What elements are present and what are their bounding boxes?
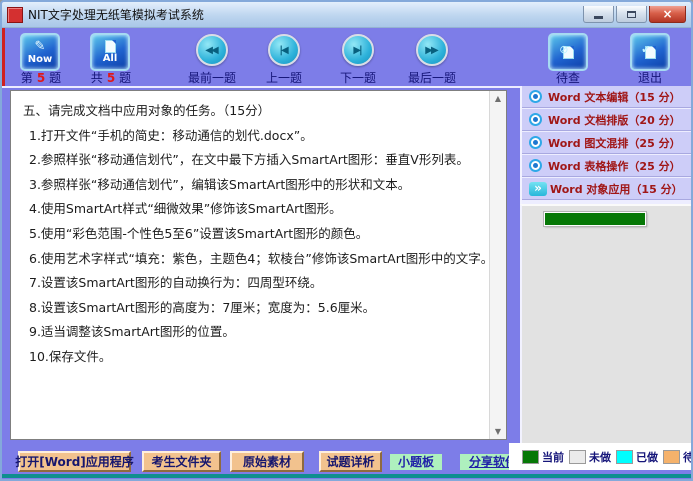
first-question-label: 最前一题 — [180, 69, 244, 83]
question-analysis-button[interactable]: 试题详析 — [319, 451, 382, 472]
legend-label: 当前 — [542, 449, 564, 465]
maximize-icon — [627, 11, 636, 18]
open-word-button[interactable]: 打开[Word]应用程序 — [18, 451, 131, 472]
maximize-button[interactable] — [616, 6, 647, 23]
progress-bar — [544, 212, 646, 226]
current-section-icon: » — [529, 182, 547, 196]
scroll-down-icon[interactable]: ▼ — [490, 427, 506, 436]
exit-label: 退出 — [620, 69, 680, 83]
close-icon: × — [662, 8, 672, 20]
question-step: 9.适当调整该SmartArt图形的位置。 — [23, 320, 488, 345]
sidebar-item-text-edit[interactable]: Word 文本编辑（15 分） — [522, 86, 692, 108]
app-window: NIT文字处理无纸笔模拟考试系统 × ✎ Now 第5题 All 共5题 ◀◀ … — [0, 0, 693, 481]
last-question-label: 最后一题 — [400, 69, 464, 83]
previous-question-button[interactable]: |◀ — [268, 34, 300, 66]
radio-icon — [529, 90, 542, 103]
question-step: 5.使用“彩色范围-个性色5至6”设置该SmartArt图形的颜色。 — [23, 222, 488, 247]
next-question-label: 下一题 — [328, 69, 388, 83]
sidebar-item-layout[interactable]: Word 文档排版（20 分） — [522, 109, 692, 131]
window-controls: × — [583, 6, 686, 23]
review-color-swatch — [663, 450, 680, 464]
all-button-text: All — [103, 53, 118, 64]
source-material-button[interactable]: 原始素材 — [230, 451, 304, 472]
sidebar-item-tables[interactable]: Word 表格操作（25 分） — [522, 155, 692, 177]
legend-review: 待查 — [663, 449, 693, 465]
circle-slash-icon: ⊘ — [559, 44, 568, 55]
mark-for-review-button[interactable]: ⊘ — [548, 33, 588, 71]
status-legend: 当前 未做 已做 待查 — [509, 443, 693, 470]
current-question-button[interactable]: ✎ Now — [20, 33, 60, 71]
radio-icon — [529, 159, 542, 172]
question-text: 五、请完成文档中应用对象的任务。（15分） 1.打开文件“手机的简史：移动通信的… — [11, 91, 490, 439]
document-icon: ⊘ — [563, 46, 574, 59]
checkmark-icon: ✔ — [641, 44, 650, 55]
student-folder-button[interactable]: 考生文件夹 — [142, 451, 221, 472]
title-bar: NIT文字处理无纸笔模拟考试系统 × — [2, 2, 691, 28]
sidebar-item-label: Word 文档排版（20 分） — [548, 112, 681, 128]
done-color-swatch — [616, 450, 633, 464]
legend-not-done: 未做 — [569, 449, 611, 465]
left-red-strip — [2, 28, 5, 86]
sidebar-item-label: Word 对象应用（15 分） — [550, 181, 683, 197]
question-step: 6.使用艺术字样式“填充：紫色，主题色4；软棱台”修饰该SmartArt图形中的… — [23, 247, 488, 272]
next-icon: ▶| — [353, 45, 360, 56]
minimize-button[interactable] — [583, 6, 614, 23]
radio-icon — [529, 113, 542, 126]
skip-to-first-icon: ◀◀ — [205, 45, 216, 56]
radio-icon — [529, 136, 542, 149]
legend-label: 已做 — [636, 449, 658, 465]
document-icon: ✔ — [645, 46, 656, 59]
first-question-button[interactable]: ◀◀ — [196, 34, 228, 66]
sidebar-item-label: Word 表格操作（25 分） — [548, 158, 681, 174]
scrollbar[interactable]: ▲ ▼ — [489, 91, 506, 439]
question-step: 2.参照样张“移动通信划代”，在文中最下方插入SmartArt图形：垂直V形列表… — [23, 148, 488, 173]
question-heading: 五、请完成文档中应用对象的任务。（15分） — [23, 99, 488, 124]
scroll-up-icon[interactable]: ▲ — [490, 94, 506, 103]
pencil-icon: ✎ — [35, 40, 46, 54]
previous-question-label: 上一题 — [254, 69, 314, 83]
window-title: NIT文字处理无纸笔模拟考试系统 — [28, 6, 204, 23]
small-board-button[interactable]: 小题板 — [390, 454, 442, 470]
current-color-swatch — [522, 450, 539, 464]
previous-icon: |◀ — [279, 45, 286, 56]
question-step: 1.打开文件“手机的简史：移动通信的划代.docx”。 — [23, 124, 488, 149]
question-step: 3.参照样张“移动通信划代”，编辑该SmartArt图形中的形状和文本。 — [23, 173, 488, 198]
document-icon — [105, 40, 116, 53]
current-question-caption: 第5题 — [8, 69, 74, 83]
last-question-button[interactable]: ▶▶ — [416, 34, 448, 66]
question-step: 10.保存文件。 — [23, 345, 488, 370]
legend-current: 当前 — [522, 449, 564, 465]
now-button-text: Now — [28, 54, 52, 65]
current-question-number: 5 — [33, 71, 49, 85]
question-panel: 五、请完成文档中应用对象的任务。（15分） 1.打开文件“手机的简史：移动通信的… — [10, 90, 507, 440]
all-questions-button[interactable]: All — [90, 33, 130, 71]
app-icon — [7, 7, 23, 23]
section-list: Word 文本编辑（15 分） Word 文档排版（20 分） Word 图文混… — [520, 86, 692, 204]
legend-done: 已做 — [616, 449, 658, 465]
sidebar-item-objects-active[interactable]: » Word 对象应用（15 分） — [522, 178, 692, 200]
question-step: 8.设置该SmartArt图形的高度为：7厘米；宽度为：5.6厘米。 — [23, 296, 488, 321]
question-step: 4.使用SmartArt样式“细微效果”修饰该SmartArt图形。 — [23, 197, 488, 222]
exit-button[interactable]: ✔ — [630, 33, 670, 71]
minimize-icon — [594, 16, 603, 19]
skip-to-last-icon: ▶▶ — [425, 45, 436, 56]
not-done-color-swatch — [569, 450, 586, 464]
sidebar-item-label: Word 图文混排（25 分） — [548, 135, 681, 151]
next-question-button[interactable]: ▶| — [342, 34, 374, 66]
question-step: 7.设置该SmartArt图形的自动换行为：四周型环绕。 — [23, 271, 488, 296]
progress-panel — [520, 204, 692, 448]
total-questions-number: 5 — [103, 71, 119, 85]
close-button[interactable]: × — [649, 6, 686, 23]
legend-label: 待查 — [683, 449, 693, 465]
bottom-teal-strip — [2, 474, 691, 478]
legend-label: 未做 — [589, 449, 611, 465]
sidebar-item-label: Word 文本编辑（15 分） — [548, 89, 681, 105]
total-questions-caption: 共5题 — [78, 69, 144, 83]
mark-for-review-label: 待查 — [538, 69, 598, 83]
sidebar-item-graphics[interactable]: Word 图文混排（25 分） — [522, 132, 692, 154]
